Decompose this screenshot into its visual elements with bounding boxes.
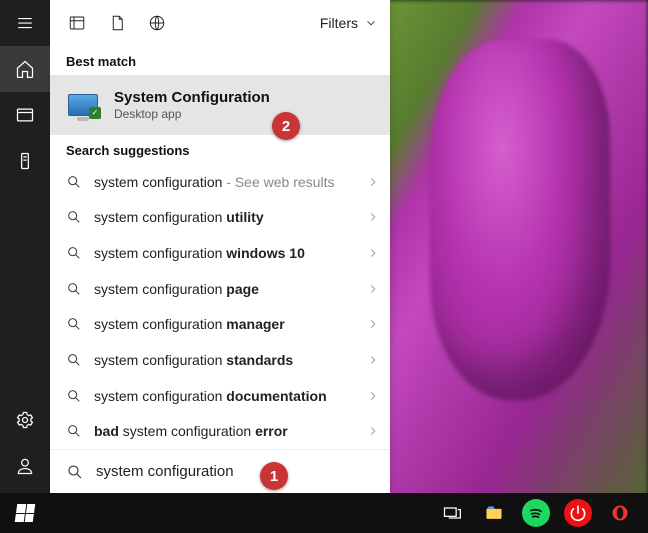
scope-apps-icon[interactable] — [66, 12, 88, 34]
windows-logo-icon — [15, 504, 36, 522]
chevron-right-icon — [366, 246, 380, 260]
suggestion-label: system configuration utility — [94, 209, 354, 225]
app-browser-icon[interactable] — [0, 92, 50, 138]
search-icon — [66, 316, 82, 332]
start-sidebar — [0, 0, 50, 493]
start-button[interactable] — [0, 493, 50, 533]
chevron-right-icon — [366, 282, 380, 296]
best-match-title: System Configuration — [114, 89, 270, 107]
task-view-icon[interactable] — [438, 499, 466, 527]
search-icon — [66, 174, 82, 190]
settings-icon[interactable] — [0, 397, 50, 443]
scope-web-icon[interactable] — [146, 12, 168, 34]
home-icon[interactable] — [0, 46, 50, 92]
best-match-heading: Best match — [50, 46, 390, 75]
system-configuration-icon — [66, 88, 100, 122]
suggestion-item[interactable]: system configuration manager — [50, 307, 390, 343]
hamburger-menu-icon[interactable] — [0, 0, 50, 46]
search-icon — [66, 245, 82, 261]
suggestion-label: system configuration - See web results — [94, 174, 354, 190]
suggestion-label: system configuration manager — [94, 316, 354, 332]
filters-label: Filters — [320, 15, 358, 31]
search-input[interactable] — [96, 463, 374, 480]
chevron-right-icon — [366, 389, 380, 403]
filters-button[interactable]: Filters — [320, 15, 378, 31]
suggestions-list: system configuration - See web results sy… — [50, 164, 390, 449]
taskbar — [0, 493, 648, 533]
suggestion-item[interactable]: system configuration page — [50, 271, 390, 307]
opera-icon[interactable] — [606, 499, 634, 527]
callout-step-2: 2 — [272, 112, 300, 140]
search-icon — [66, 281, 82, 297]
suggestion-label: bad system configuration error — [94, 423, 354, 439]
suggestion-item[interactable]: system configuration documentation — [50, 378, 390, 414]
chevron-right-icon — [366, 210, 380, 224]
suggestion-item[interactable]: system configuration windows 10 — [50, 235, 390, 271]
chevron-right-icon — [366, 175, 380, 189]
best-match-result[interactable]: System Configuration Desktop app — [50, 75, 390, 135]
search-icon — [66, 209, 82, 225]
search-box[interactable] — [50, 449, 390, 493]
power-icon[interactable] — [564, 499, 592, 527]
search-icon — [66, 463, 84, 481]
suggestion-label: system configuration windows 10 — [94, 245, 354, 261]
chevron-down-icon — [364, 16, 378, 30]
chevron-right-icon — [366, 317, 380, 331]
start-search-panel: Filters Best match System Configuration … — [50, 0, 390, 493]
suggestion-item[interactable]: system configuration utility — [50, 200, 390, 236]
app-tower-icon[interactable] — [0, 138, 50, 184]
search-icon — [66, 388, 82, 404]
suggestion-label: system configuration page — [94, 281, 354, 297]
search-icon — [66, 352, 82, 368]
suggestion-label: system configuration standards — [94, 352, 354, 368]
search-header: Filters — [50, 0, 390, 46]
suggestion-item[interactable]: bad system configuration error — [50, 413, 390, 449]
chevron-right-icon — [366, 353, 380, 367]
user-icon[interactable] — [0, 443, 50, 489]
chevron-right-icon — [366, 424, 380, 438]
search-icon — [66, 423, 82, 439]
suggestions-heading: Search suggestions — [50, 135, 390, 164]
spotify-icon[interactable] — [522, 499, 550, 527]
scope-documents-icon[interactable] — [106, 12, 128, 34]
suggestion-item[interactable]: system configuration standards — [50, 342, 390, 378]
best-match-subtitle: Desktop app — [114, 107, 270, 121]
callout-step-1: 1 — [260, 462, 288, 490]
file-explorer-icon[interactable] — [480, 499, 508, 527]
suggestion-label: system configuration documentation — [94, 388, 354, 404]
suggestion-item[interactable]: system configuration - See web results — [50, 164, 390, 200]
